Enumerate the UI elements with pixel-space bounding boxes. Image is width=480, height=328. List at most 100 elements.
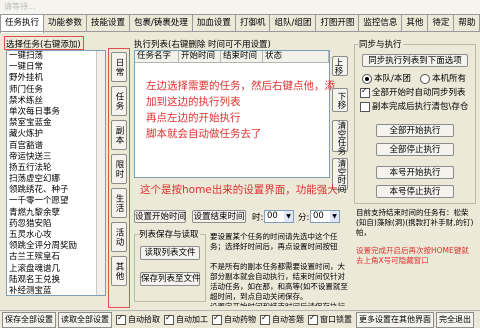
task-list-item[interactable]: 药忽猎安陷 bbox=[7, 219, 105, 230]
status-checkbox-2[interactable]: 自动药物 bbox=[212, 313, 256, 325]
tab-4[interactable]: 加血设置 bbox=[191, 14, 236, 32]
task-list-item[interactable]: 禁室宝蓝金 bbox=[7, 118, 105, 129]
tab-8[interactable]: 监控信息 bbox=[358, 14, 403, 32]
all-start-button[interactable]: 全部开始执行 bbox=[376, 124, 454, 137]
category-button-0[interactable]: 日常 bbox=[111, 52, 127, 82]
hide-window-note: 设置完成开启后再次按HOME键就去上角X号可隐藏窗口 bbox=[356, 246, 469, 265]
exec-list-label: 执行列表(右键删除 时间可不用设置) bbox=[134, 40, 271, 50]
tab-3[interactable]: 包裹/铸裹处理 bbox=[129, 14, 193, 32]
check-icon bbox=[116, 313, 126, 325]
save-list-button[interactable]: 保存列表至文件 bbox=[140, 272, 201, 286]
tab-7[interactable]: 打图开图 bbox=[315, 14, 360, 32]
tab-9[interactable]: 其他 bbox=[401, 14, 429, 32]
col-end-time[interactable]: 结束时间 bbox=[221, 51, 263, 63]
status-checkbox-label: 窗口锁置 bbox=[320, 315, 352, 324]
category-button-2[interactable]: 副本 bbox=[111, 120, 127, 150]
status-checkbox-4[interactable]: 窗口锁置 bbox=[308, 313, 352, 325]
task-list-item[interactable]: 单次每日事务 bbox=[7, 107, 105, 118]
read-list-button[interactable]: 读取列表文件 bbox=[140, 246, 200, 260]
sync-list-button[interactable]: 同步执行列表到下面选项 bbox=[362, 54, 468, 67]
set-end-time-button[interactable]: 设置结束时间 bbox=[192, 210, 246, 223]
task-list-item[interactable]: 领跳全评分周奖励 bbox=[7, 241, 105, 252]
task-list-item[interactable]: 陆观名王兑换 bbox=[7, 275, 105, 286]
sync-label: 同步与执行 bbox=[358, 38, 403, 50]
task-list-item[interactable]: 补经测宝蓝 bbox=[7, 286, 105, 295]
minute-value: 00 bbox=[313, 211, 324, 221]
col-task-name[interactable]: 任务名字 bbox=[135, 51, 179, 63]
status-checkbox-label: 自动药物 bbox=[224, 315, 256, 324]
task-list-item[interactable]: 青燃九黎余孽 bbox=[7, 208, 105, 219]
tab-6[interactable]: 组队/组团 bbox=[269, 14, 317, 32]
saveload-group bbox=[134, 234, 206, 302]
task-list[interactable]: 一键扫荡 一键日常 野外挂机 师门任务 禁术练丝 单次每日事务 禁室宝蓝金 藏火炼护 百宫豁谱帝… bbox=[6, 50, 106, 296]
task-list-item[interactable]: 禁术练丝 bbox=[7, 96, 105, 107]
radio-local[interactable]: 本队/本团 bbox=[362, 72, 411, 84]
tab-5[interactable]: 打御机 bbox=[234, 14, 271, 32]
col-start-time[interactable]: 开始时间 bbox=[179, 51, 221, 63]
move-down-button[interactable]: 下移 bbox=[332, 88, 348, 112]
category-button-1[interactable]: 任务 bbox=[111, 86, 127, 116]
exit-button[interactable]: 完全退出 bbox=[436, 311, 474, 328]
more-settings-button[interactable]: 更多设置在其他界面 bbox=[356, 311, 434, 328]
task-list-item[interactable]: 帝运快送三 bbox=[7, 152, 105, 163]
check-icon bbox=[164, 313, 174, 325]
status-bar: 保存全部设置 读取全部设置 自动拾取 自动加工 自动药物 自动答题 窗口锁置 更多设置在… bbox=[0, 310, 480, 328]
radio-selected-icon bbox=[362, 73, 372, 84]
check-icon bbox=[260, 313, 270, 325]
task-list-scrollbar[interactable] bbox=[96, 51, 105, 295]
task-list-item[interactable]: 一千零一个愿望 bbox=[7, 196, 105, 207]
check-icon bbox=[360, 86, 370, 98]
check-icon bbox=[212, 313, 222, 325]
tab-divider bbox=[0, 31, 480, 32]
task-list-item[interactable]: 上滚盘魂谱几 bbox=[7, 264, 105, 275]
this-start-button[interactable]: 本号开始执行 bbox=[376, 166, 454, 179]
status-checkbox-1[interactable]: 自动加工 bbox=[164, 313, 208, 325]
hour-select[interactable]: 00 ▼ bbox=[264, 210, 294, 223]
task-list-item[interactable]: 野外挂机 bbox=[7, 73, 105, 84]
chevron-down-icon: ▼ bbox=[284, 211, 293, 222]
status-checkbox-0[interactable]: 自动拾取 bbox=[116, 313, 160, 325]
task-list-item[interactable]: 一键扫荡 bbox=[7, 51, 105, 62]
minute-select[interactable]: 00 ▼ bbox=[310, 210, 340, 223]
window-title: 请等待... bbox=[0, 0, 480, 14]
save-all-button[interactable]: 保存全部设置 bbox=[2, 311, 56, 328]
all-stop-button[interactable]: 全部停止执行 bbox=[376, 143, 454, 156]
category-button-5[interactable]: 活动 bbox=[111, 222, 127, 252]
category-button-6[interactable]: 其他 bbox=[111, 256, 127, 286]
tab-1[interactable]: 功能参数 bbox=[43, 14, 88, 32]
tab-10[interactable]: 待定 bbox=[427, 14, 455, 32]
col-status[interactable]: 状态 bbox=[263, 51, 329, 63]
status-checkbox-label: 自动加工 bbox=[176, 315, 208, 324]
clean-bag-checkbox[interactable]: 副本完成后执行清包\存仓 bbox=[360, 100, 468, 112]
task-list-item[interactable]: 一键日常 bbox=[7, 62, 105, 73]
clear-tasks-button[interactable]: 清空任务 bbox=[332, 120, 348, 155]
task-list-item[interactable]: 师门任务 bbox=[7, 85, 105, 96]
tab-11[interactable]: 帮助 bbox=[453, 14, 480, 32]
task-list-item[interactable]: 古兰王殡皇石 bbox=[7, 252, 105, 263]
category-button-3[interactable]: 限时 bbox=[111, 154, 127, 184]
status-checkbox-3[interactable]: 自动答题 bbox=[260, 313, 304, 325]
read-all-button[interactable]: 读取全部设置 bbox=[58, 311, 112, 328]
task-list-item[interactable]: 百宫豁谱 bbox=[7, 141, 105, 152]
set-start-time-button[interactable]: 设置开始时间 bbox=[134, 210, 186, 223]
check-icon bbox=[308, 313, 318, 325]
move-up-button[interactable]: 上移 bbox=[332, 56, 348, 76]
task-list-item[interactable]: 藏火炼护 bbox=[7, 129, 105, 140]
hour-label: 时: bbox=[252, 213, 264, 223]
tab-2[interactable]: 技能设置 bbox=[86, 14, 131, 32]
tab-bar: 任务执行 功能参数 技能设置 包裹/铸裹处理 加血设置 打御机 组队/组团 打图开图 监控信息其… bbox=[0, 14, 480, 33]
task-list-item[interactable]: 领跳绣花、种子 bbox=[7, 185, 105, 196]
status-checkbox-label: 自动答题 bbox=[272, 315, 304, 324]
auto-sync-checkbox[interactable]: 全部开始时自动同步列表 bbox=[360, 86, 466, 98]
status-checkbox-label: 自动拾取 bbox=[128, 315, 160, 324]
radio-all[interactable]: 本机所有 bbox=[420, 72, 466, 84]
task-list-item[interactable]: 五灵水心攻 bbox=[7, 230, 105, 241]
annotation-home: 这个是按home出来的设置界面，功能强大 bbox=[140, 184, 338, 196]
chevron-down-icon: ▼ bbox=[330, 211, 339, 222]
status-options: 自动拾取 自动加工 自动药物 自动答题 窗口锁置 bbox=[112, 313, 352, 325]
task-list-item[interactable]: 扫荡虚空幻娜 bbox=[7, 174, 105, 185]
this-stop-button[interactable]: 本号停止执行 bbox=[376, 185, 454, 198]
radio-empty-icon bbox=[420, 73, 430, 84]
task-list-item[interactable]: 扬五行法轮 bbox=[7, 163, 105, 174]
category-button-4[interactable]: 生活 bbox=[111, 188, 127, 218]
